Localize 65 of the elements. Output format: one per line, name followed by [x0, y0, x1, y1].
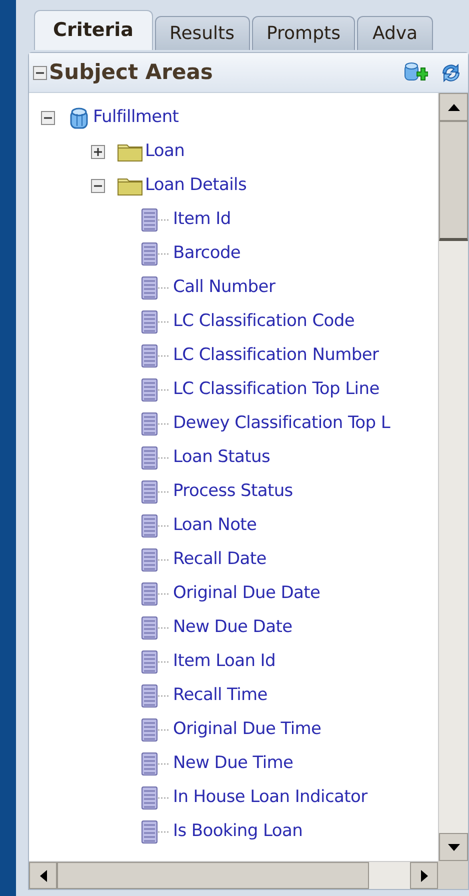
tree-item-label[interactable]: Barcode [173, 241, 241, 267]
column-icon [141, 582, 171, 606]
down-arrow-icon [448, 844, 460, 850]
tree-item-label[interactable]: Original Due Date [173, 581, 320, 607]
horizontal-scrollbar[interactable] [29, 861, 438, 889]
left-arrow-icon [40, 870, 46, 882]
folder-icon [117, 176, 143, 196]
tree-item-label[interactable]: Fulfillment [93, 105, 179, 131]
tree-item-label[interactable]: Is Booking Loan [173, 819, 303, 845]
panel-title: Subject Areas [49, 58, 213, 86]
tree-item-label[interactable]: Loan Note [173, 513, 257, 539]
column-icon [141, 242, 171, 266]
column-icon [141, 412, 171, 436]
column-icon [141, 480, 171, 504]
collapse-icon[interactable] [41, 111, 55, 125]
scroll-right-button[interactable] [410, 862, 438, 889]
column-icon [141, 344, 171, 368]
vertical-scrollbar[interactable] [438, 93, 468, 861]
tab[interactable]: Prompts [252, 16, 356, 50]
tree-item-label[interactable]: Recall Date [173, 547, 266, 573]
column-icon [141, 310, 171, 334]
tree-item-label[interactable]: Recall Time [173, 683, 268, 709]
collapse-icon[interactable] [33, 66, 47, 80]
tab[interactable]: Criteria [34, 10, 152, 50]
scroll-up-button[interactable] [439, 93, 468, 121]
column-icon [141, 208, 171, 232]
folder-icon [117, 142, 143, 162]
column-icon [141, 684, 171, 708]
column-icon [141, 446, 171, 470]
column-icon [141, 820, 171, 844]
column-icon [141, 548, 171, 572]
column-icon [141, 276, 171, 300]
tree-item-label[interactable]: LC Classification Top Line [173, 377, 380, 403]
expand-icon[interactable] [91, 145, 105, 159]
tree-item-label[interactable]: Call Number [173, 275, 276, 301]
tree-item-label[interactable]: Loan Status [173, 445, 270, 471]
column-icon [141, 718, 171, 742]
column-icon [141, 752, 171, 776]
tree-item-label[interactable]: New Due Time [173, 751, 294, 777]
column-icon [141, 378, 171, 402]
column-icon [141, 514, 171, 538]
column-icon [141, 786, 171, 810]
scroll-thumb[interactable] [57, 862, 369, 889]
right-arrow-icon [420, 870, 428, 882]
tree-item-label[interactable]: Item Id [173, 207, 231, 233]
tree-item-label[interactable]: Original Due Time [173, 717, 322, 743]
tree-item-label[interactable]: Dewey Classification Top L [173, 411, 390, 437]
tree-item-label[interactable]: In House Loan Indicator [173, 785, 368, 811]
tree-item-label[interactable]: Item Loan Id [173, 649, 276, 675]
scroll-thumb[interactable] [439, 121, 468, 241]
tree-item-label[interactable]: Loan [145, 139, 185, 165]
scroll-down-button[interactable] [439, 833, 468, 861]
scrollbar-corner [438, 861, 468, 889]
tree-item-label[interactable]: LC Classification Number [173, 343, 379, 369]
column-icon [141, 616, 171, 640]
tab[interactable]: Adva [357, 16, 433, 50]
tree-item-label[interactable]: Process Status [173, 479, 293, 505]
tree-item-label[interactable]: New Due Date [173, 615, 292, 641]
collapse-icon[interactable] [91, 179, 105, 193]
up-arrow-icon [448, 104, 460, 110]
tab[interactable]: Results [154, 16, 250, 50]
tree-item-label[interactable]: LC Classification Code [173, 309, 355, 335]
column-icon [141, 650, 171, 674]
tree-item-label[interactable]: Loan Details [145, 173, 247, 199]
scroll-left-button[interactable] [29, 862, 57, 889]
